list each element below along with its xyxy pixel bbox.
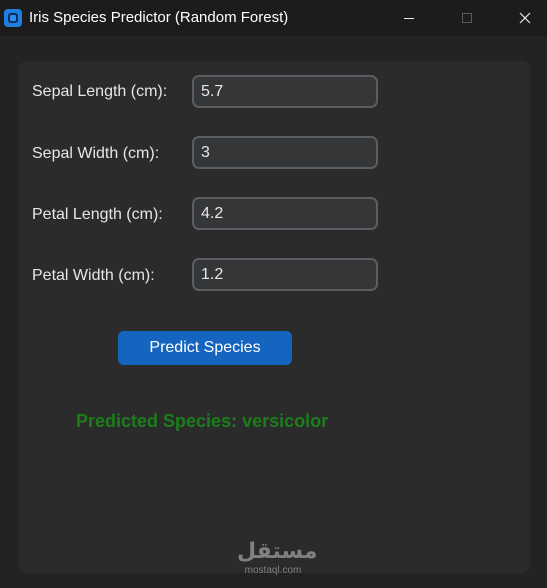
- app-window: Iris Species Predictor (Random Forest) S…: [0, 0, 547, 588]
- maximize-icon: [462, 13, 472, 23]
- minimize-icon: [404, 17, 414, 19]
- close-icon: [519, 12, 531, 24]
- petal-width-input[interactable]: [192, 258, 378, 291]
- form-panel: Sepal Length (cm): Sepal Width (cm): Pet…: [19, 61, 530, 577]
- maximize-button[interactable]: [444, 0, 490, 36]
- watermark: مستقل mostaql.com: [237, 539, 318, 577]
- watermark-url: mostaql.com: [244, 565, 302, 576]
- petal-length-label: Petal Length (cm):: [32, 206, 163, 223]
- sepal-length-input[interactable]: [192, 75, 378, 108]
- close-button[interactable]: [502, 0, 547, 36]
- title-bar[interactable]: Iris Species Predictor (Random Forest): [0, 0, 547, 36]
- petal-length-input[interactable]: [192, 197, 378, 230]
- sepal-length-label: Sepal Length (cm):: [32, 83, 168, 100]
- sepal-width-input[interactable]: [192, 136, 378, 169]
- petal-width-label: Petal Width (cm):: [32, 267, 155, 284]
- watermark-logo: مستقل: [237, 539, 318, 564]
- window-title: Iris Species Predictor (Random Forest): [29, 9, 289, 26]
- sepal-width-label: Sepal Width (cm):: [32, 145, 160, 162]
- predict-species-button[interactable]: Predict Species: [118, 331, 292, 365]
- minimize-button[interactable]: [386, 0, 432, 36]
- prediction-result: Predicted Species: versicolor: [76, 411, 329, 431]
- app-icon: [4, 9, 22, 27]
